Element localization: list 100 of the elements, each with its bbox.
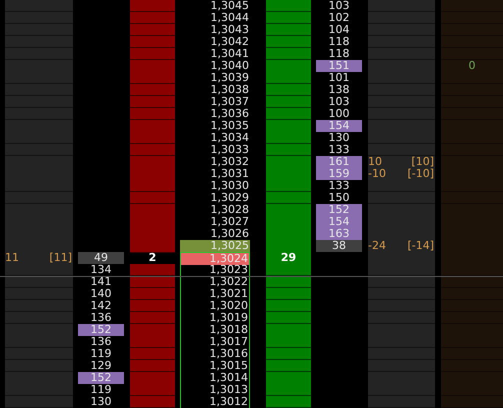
ask-volume-cell[interactable] (266, 120, 311, 133)
bid-volume-cell[interactable] (130, 336, 175, 348)
pnl-cell (368, 108, 435, 120)
price-level[interactable]: 1,3026 (180, 228, 250, 241)
bid-volume-cell[interactable] (130, 384, 175, 396)
price-level[interactable]: 1,3027 (180, 216, 250, 229)
price-level[interactable]: 1,3037 (180, 96, 250, 108)
price-level[interactable]: 1,3017 (181, 336, 249, 348)
bid-volume-cell[interactable] (130, 264, 175, 276)
price-level[interactable]: 1,3043 (180, 24, 250, 36)
ask-volume-cell[interactable] (266, 36, 311, 48)
ask-volume-cell[interactable] (266, 0, 311, 12)
ask-volume-cell[interactable] (266, 12, 311, 24)
price-level[interactable]: 1,3036 (180, 108, 250, 120)
price-level[interactable]: 1,3020 (181, 300, 249, 312)
price-level[interactable]: 1,3032 (180, 156, 250, 169)
bid-volume-cell[interactable] (130, 72, 175, 84)
bid-volume-cell[interactable] (130, 108, 175, 120)
price-level[interactable]: 1,3023 (181, 264, 249, 276)
bid-volume-cell[interactable] (130, 180, 175, 192)
bid-volume-cell[interactable] (130, 300, 175, 312)
price-level[interactable]: 1,3031 (180, 168, 250, 181)
price-level[interactable]: 1,3041 (180, 48, 250, 60)
ask-volume-cell[interactable] (266, 396, 311, 408)
price-level[interactable]: 1,3038 (180, 84, 250, 96)
ask-volume-cell[interactable] (266, 384, 311, 396)
ask-volume-cell[interactable] (266, 72, 311, 84)
pnl-cell (368, 336, 435, 348)
price-level[interactable]: 1,3019 (181, 312, 249, 324)
price-level[interactable]: 1,3044 (180, 12, 250, 24)
bid-volume-cell[interactable] (130, 396, 175, 408)
bid-volume-cell[interactable] (130, 60, 175, 73)
price-level[interactable]: 1,3045 (180, 0, 250, 12)
ask-volume-cell[interactable]: 29 (266, 252, 311, 265)
ask-volume-cell[interactable] (266, 24, 311, 36)
bid-volume-cell[interactable] (130, 132, 175, 144)
bid-volume-cell[interactable]: 2 (130, 252, 175, 265)
position-cell (5, 300, 73, 312)
ask-volume-cell[interactable] (266, 60, 311, 73)
ask-volume-cell[interactable] (266, 264, 311, 276)
bid-volume-cell[interactable] (130, 120, 175, 133)
ask-volume-cell[interactable] (266, 324, 311, 337)
ask-volume-cell[interactable] (266, 192, 311, 204)
ask-volume-cell[interactable] (266, 108, 311, 120)
price-level[interactable]: 1,3014 (181, 372, 249, 385)
bid-volume-cell[interactable] (130, 348, 175, 360)
bid-volume-cell[interactable] (130, 156, 175, 169)
ask-volume-cell[interactable] (266, 300, 311, 312)
price-level[interactable]: 1,3021 (181, 288, 249, 300)
ask-volume-cell[interactable] (266, 348, 311, 360)
ask-volume-cell[interactable] (266, 96, 311, 108)
bid-volume-cell[interactable] (130, 192, 175, 204)
price-level[interactable]: 1,3015 (181, 360, 249, 372)
bid-volume-cell[interactable] (130, 84, 175, 96)
bid-volume-cell[interactable] (130, 48, 175, 60)
ask-volume-cell[interactable] (266, 144, 311, 156)
bid-volume-cell[interactable] (130, 144, 175, 156)
bid-volume-cell[interactable] (130, 288, 175, 300)
ask-volume-cell[interactable] (266, 360, 311, 372)
price-level[interactable]: 1,3018 (181, 324, 249, 337)
ask-volume-cell[interactable] (266, 48, 311, 60)
price-level[interactable]: 1,3039 (180, 72, 250, 84)
ask-volume-cell[interactable] (266, 156, 311, 169)
ask-volume-cell[interactable] (266, 372, 311, 385)
price-level[interactable]: 1,3040 (180, 60, 250, 73)
bid-volume-cell[interactable] (130, 36, 175, 48)
bid-volume-cell[interactable] (130, 324, 175, 337)
ask-volume-cell[interactable] (266, 84, 311, 96)
bid-size: 119 (90, 384, 112, 396)
ask-volume-cell[interactable] (266, 312, 311, 324)
ask-volume-cell[interactable] (266, 276, 311, 288)
bid-volume-cell[interactable] (130, 24, 175, 36)
price-level[interactable]: 1,3033 (180, 144, 250, 156)
price-level[interactable]: 1,3012 (181, 396, 249, 408)
price-level[interactable]: 1,3013 (181, 384, 249, 396)
bid-volume-cell[interactable] (130, 0, 175, 12)
price-level[interactable]: 1,3028 (180, 204, 250, 217)
ask-volume-cell[interactable] (266, 204, 311, 217)
bid-volume-cell[interactable] (130, 12, 175, 24)
bid-volume-cell[interactable] (130, 372, 175, 385)
bid-volume-cell[interactable] (130, 276, 175, 288)
ask-volume-cell[interactable] (266, 132, 311, 144)
pnl-value: 10 (368, 156, 382, 168)
ask-volume-cell[interactable] (266, 336, 311, 348)
price-level[interactable]: 1,3030 (180, 180, 250, 192)
bid-volume-cell[interactable] (130, 360, 175, 372)
bid-volume-cell[interactable] (130, 312, 175, 324)
ask-volume-cell[interactable] (266, 288, 311, 300)
bid-volume-cell[interactable] (130, 240, 175, 253)
price-level[interactable]: 1,3022 (181, 276, 249, 288)
position-cell (5, 156, 73, 169)
price-level[interactable]: 1,3034 (180, 132, 250, 144)
bid-volume-cell[interactable] (130, 96, 175, 108)
price-level[interactable]: 1,3035 (180, 120, 250, 133)
bid-volume-cell[interactable] (130, 204, 175, 217)
position-cell (5, 96, 73, 108)
ask-volume-cell[interactable] (266, 180, 311, 192)
price-level[interactable]: 1,3042 (180, 36, 250, 48)
price-level[interactable]: 1,3029 (180, 192, 250, 204)
price-level[interactable]: 1,3016 (181, 348, 249, 360)
